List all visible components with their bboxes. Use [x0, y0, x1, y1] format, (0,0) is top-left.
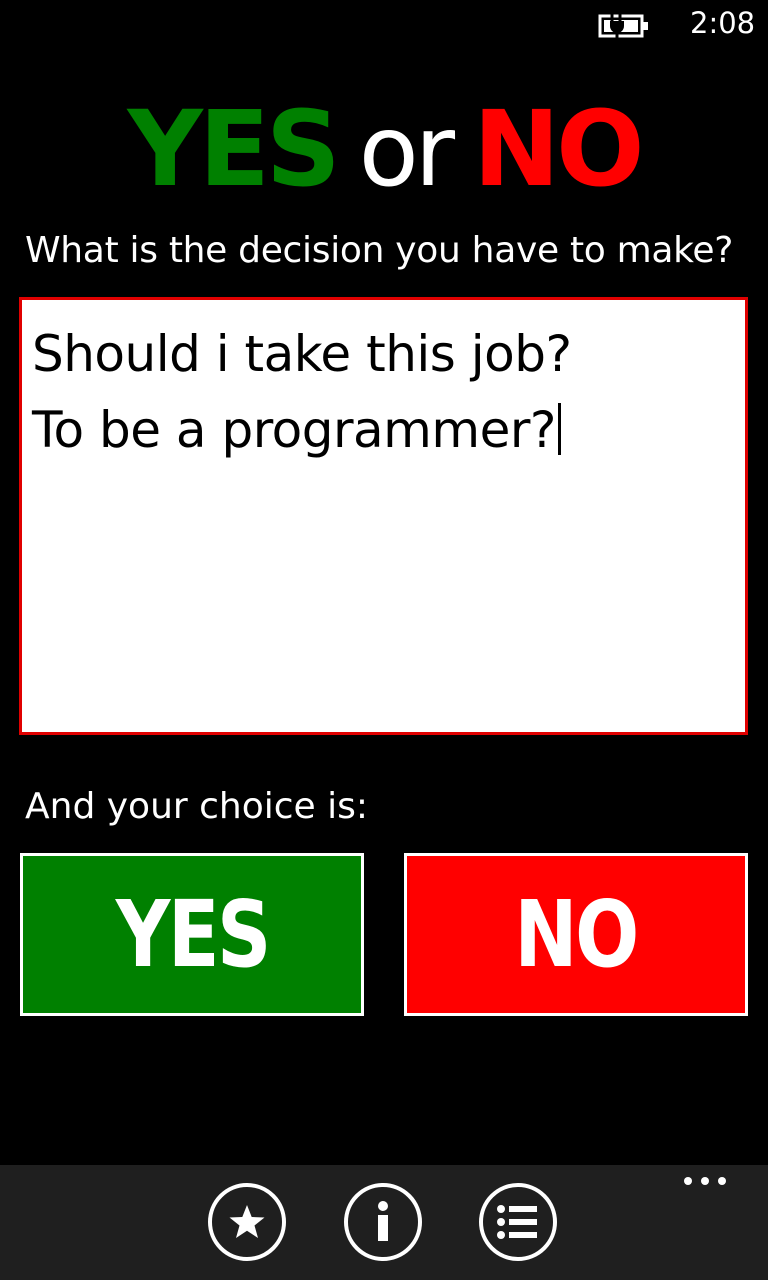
no-button-label: NO	[514, 881, 640, 988]
info-icon	[378, 1201, 388, 1241]
more-dot	[684, 1177, 692, 1185]
decision-input[interactable]: Should i take this job? To be a programm…	[19, 297, 748, 735]
clock: 2:08	[690, 6, 756, 40]
battery-charging-icon	[598, 12, 648, 40]
title-no: NO	[473, 88, 644, 210]
no-button[interactable]: NO	[404, 853, 748, 1016]
decision-prompt: What is the decision you have to make?	[25, 230, 734, 271]
more-dot	[718, 1177, 726, 1185]
favorite-button[interactable]	[208, 1183, 286, 1261]
choice-label: And your choice is:	[25, 786, 369, 827]
decision-input-value: Should i take this job? To be a programm…	[32, 325, 572, 459]
more-ellipsis-icon[interactable]	[684, 1177, 734, 1199]
title-yes: YES	[127, 88, 341, 210]
app-bar	[0, 1165, 768, 1280]
app-title: YES or NO	[0, 88, 768, 210]
info-button[interactable]	[344, 1183, 422, 1261]
yes-button[interactable]: YES	[20, 853, 364, 1016]
status-bar: 2:08	[0, 0, 768, 52]
yes-button-label: YES	[115, 881, 271, 988]
title-or: or	[358, 95, 455, 209]
text-caret	[557, 403, 561, 455]
star-icon	[229, 1205, 265, 1238]
list-button[interactable]	[479, 1183, 557, 1261]
list-icon	[497, 1205, 537, 1239]
more-dot	[701, 1177, 709, 1185]
